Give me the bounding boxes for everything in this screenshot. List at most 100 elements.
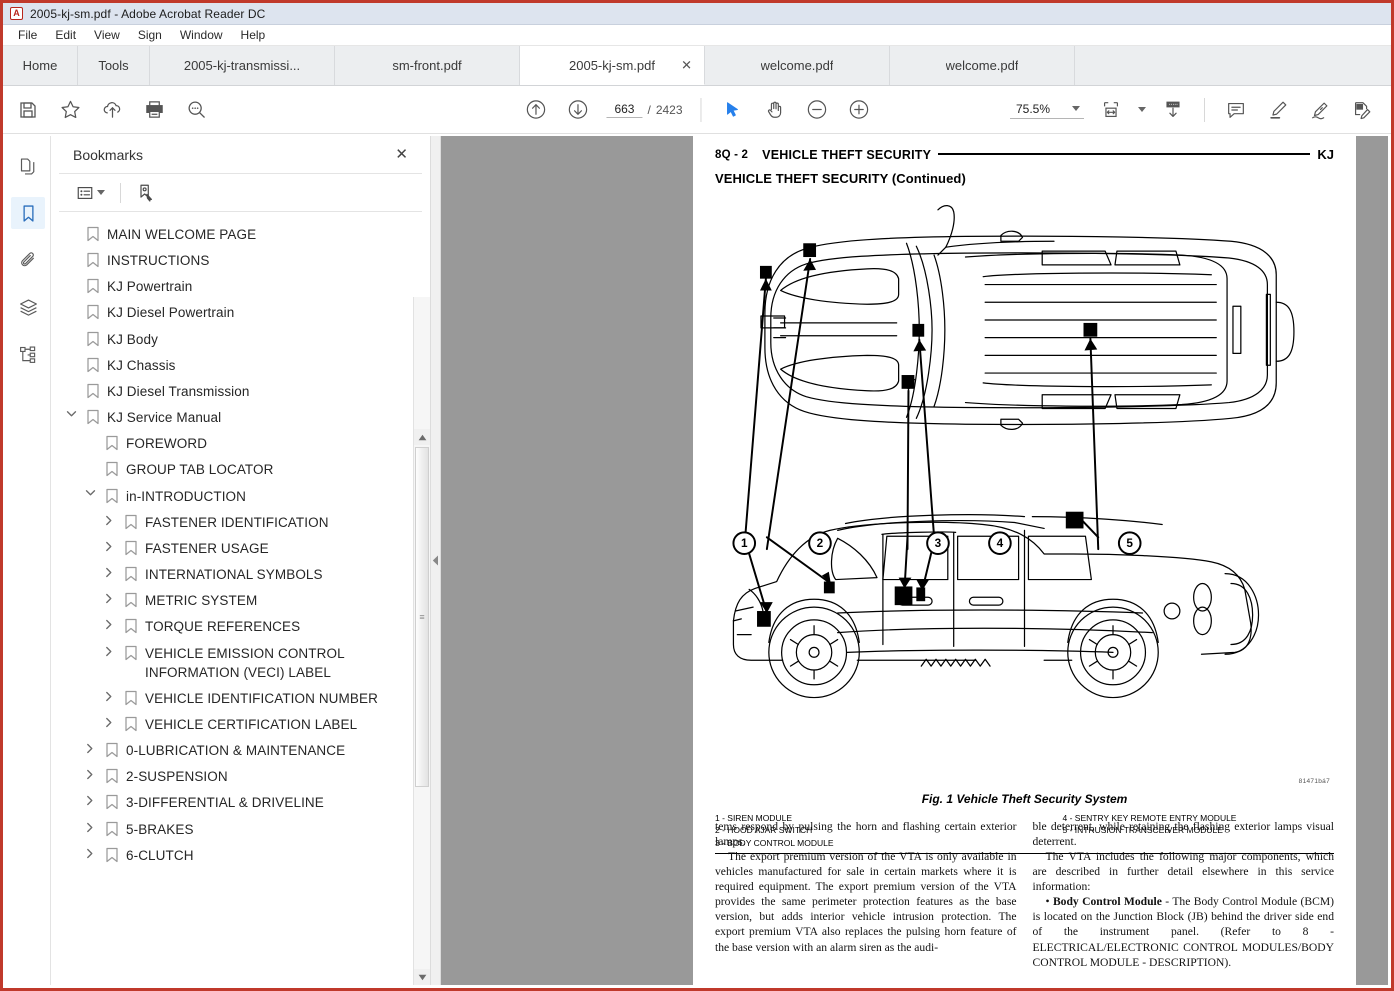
- bookmark-item-fastener-usage[interactable]: FASTENER USAGE: [51, 535, 430, 561]
- bookmarks-scrollbar[interactable]: ≡: [413, 297, 430, 985]
- bookmark-item-3-differential-driveline[interactable]: 3-DIFFERENTIAL & DRIVELINE: [51, 789, 430, 815]
- bookmark-item-group-tab-locator[interactable]: GROUP TAB LOCATOR: [51, 456, 430, 482]
- chevron-right-icon[interactable]: [101, 643, 117, 657]
- bookmarks-list[interactable]: MAIN WELCOME PAGE INSTRUCTIONS KJ Powertra…: [51, 212, 430, 985]
- scroll-up-arrow-icon[interactable]: [414, 429, 430, 445]
- document-viewport[interactable]: 8Q - 2 VEHICLE THEFT SECURITY KJ VEHICLE…: [441, 136, 1388, 985]
- page-number-input[interactable]: 663: [606, 101, 643, 118]
- scrollbar-thumb[interactable]: ≡: [415, 447, 429, 787]
- bookmark-arrow-placeholder: [63, 224, 79, 227]
- menu-help[interactable]: Help: [232, 26, 275, 44]
- bookmark-flag-icon: [103, 819, 121, 837]
- tab-close-icon[interactable]: ✕: [681, 59, 692, 72]
- cursor-arrow-icon[interactable]: [718, 95, 748, 125]
- bookmark-item-international-symbols[interactable]: INTERNATIONAL SYMBOLS: [51, 561, 430, 587]
- menu-view[interactable]: View: [85, 26, 129, 44]
- tab-welcome-1[interactable]: welcome.pdf: [705, 46, 890, 85]
- bookmark-item-0-lubrication-maintenance[interactable]: 0-LUBRICATION & MAINTENANCE: [51, 737, 430, 763]
- scroll-down-arrow-icon[interactable]: [414, 969, 430, 985]
- comment-icon[interactable]: [1221, 95, 1251, 125]
- bookmark-item-kj-diesel-powertrain[interactable]: KJ Diesel Powertrain: [51, 299, 430, 325]
- chevron-right-icon[interactable]: [82, 740, 98, 754]
- upload-cloud-icon[interactable]: [97, 95, 127, 125]
- bookmark-item-label: FOREWORD: [126, 436, 208, 452]
- bookmark-flag-icon: [84, 381, 102, 399]
- bookmark-item-vehicle-certification-label[interactable]: VEHICLE CERTIFICATION LABEL: [51, 711, 430, 737]
- bookmark-item-kj-chassis[interactable]: KJ Chassis: [51, 352, 430, 378]
- bookmark-item-6-clutch[interactable]: 6-CLUTCH: [51, 842, 430, 868]
- bookmark-item-foreword[interactable]: FOREWORD: [51, 430, 430, 456]
- tab-welcome-2[interactable]: welcome.pdf: [890, 46, 1075, 85]
- bookmark-item-instructions[interactable]: INSTRUCTIONS: [51, 247, 430, 273]
- bookmark-item-kj-body[interactable]: KJ Body: [51, 326, 430, 352]
- bookmark-item-2-suspension[interactable]: 2-SUSPENSION: [51, 763, 430, 789]
- chevron-right-icon[interactable]: [101, 714, 117, 728]
- bookmark-flag-icon: [103, 792, 121, 810]
- pages-icon[interactable]: [11, 150, 45, 182]
- chevron-right-icon[interactable]: [101, 590, 117, 604]
- chevron-right-icon[interactable]: [101, 512, 117, 526]
- fit-width-caret-icon[interactable]: [1138, 107, 1146, 112]
- plus-circle-icon[interactable]: [844, 95, 874, 125]
- print-icon[interactable]: [139, 95, 169, 125]
- tab-sm-front[interactable]: sm-front.pdf: [335, 46, 520, 85]
- chevron-right-icon[interactable]: [82, 766, 98, 780]
- arrow-up-circle-icon[interactable]: [520, 95, 550, 125]
- page-total-label: 2423: [655, 102, 683, 117]
- chevron-right-icon[interactable]: [101, 688, 117, 702]
- layers-icon[interactable]: [11, 291, 45, 323]
- arrow-down-circle-icon[interactable]: [562, 95, 592, 125]
- zoom-level-select[interactable]: 75.5%: [1010, 101, 1084, 119]
- minus-circle-icon[interactable]: [802, 95, 832, 125]
- bookmarks-scroll-area[interactable]: MAIN WELCOME PAGE INSTRUCTIONS KJ Powertra…: [51, 212, 430, 985]
- bookmark-icon[interactable]: [11, 197, 45, 229]
- paperclip-icon[interactable]: [11, 244, 45, 276]
- tags-tree-icon[interactable]: [11, 338, 45, 370]
- menu-window[interactable]: Window: [171, 26, 232, 44]
- bookmark-item-in-introduction[interactable]: in-INTRODUCTION: [51, 483, 430, 509]
- highlighter-icon[interactable]: [1263, 95, 1293, 125]
- tab-home[interactable]: Home: [3, 46, 78, 85]
- page-display-icon[interactable]: [1158, 95, 1188, 125]
- chevron-right-icon[interactable]: [82, 845, 98, 859]
- bookmark-item-kj-service-manual[interactable]: KJ Service Manual: [51, 404, 430, 430]
- bookmark-flag-icon: [103, 845, 121, 863]
- chevron-down-icon[interactable]: [82, 486, 98, 497]
- panel-collapse-handle[interactable]: [431, 136, 441, 985]
- bookmark-item-metric-system[interactable]: METRIC SYSTEM: [51, 587, 430, 613]
- bookmark-item-5-brakes[interactable]: 5-BRAKES: [51, 816, 430, 842]
- bookmark-item-vehicle-identification-number[interactable]: VEHICLE IDENTIFICATION NUMBER: [51, 685, 430, 711]
- chevron-right-icon[interactable]: [101, 564, 117, 578]
- chevron-right-icon[interactable]: [82, 792, 98, 806]
- new-bookmark-icon[interactable]: [133, 180, 159, 206]
- menu-edit[interactable]: Edit: [46, 26, 85, 44]
- chevron-right-icon[interactable]: [82, 819, 98, 833]
- sign-icon[interactable]: [1305, 95, 1335, 125]
- tab-2005-kj-transmission[interactable]: 2005-kj-transmissi...: [150, 46, 335, 85]
- star-icon[interactable]: [55, 95, 85, 125]
- bookmark-item-kj-powertrain[interactable]: KJ Powertrain: [51, 273, 430, 299]
- bookmark-item-torque-references[interactable]: TORQUE REFERENCES: [51, 613, 430, 639]
- fill-and-sign-icon[interactable]: [1347, 95, 1377, 125]
- callout-3: 3: [935, 536, 942, 550]
- fit-width-icon[interactable]: [1096, 95, 1126, 125]
- tab-tools[interactable]: Tools: [78, 46, 150, 85]
- bookmark-item-kj-diesel-transmission[interactable]: KJ Diesel Transmission: [51, 378, 430, 404]
- close-icon[interactable]: ✕: [395, 147, 408, 162]
- list-options-icon[interactable]: [73, 181, 108, 205]
- chevron-down-icon[interactable]: [63, 407, 79, 418]
- bookmark-item-main-welcome-page[interactable]: MAIN WELCOME PAGE: [51, 221, 430, 247]
- chevron-right-icon[interactable]: [101, 538, 117, 552]
- zoom-search-icon[interactable]: [181, 95, 211, 125]
- bookmark-flag-icon: [84, 407, 102, 425]
- hand-icon[interactable]: [760, 95, 790, 125]
- bookmark-item-label: INTERNATIONAL SYMBOLS: [145, 567, 323, 583]
- tab-2005-kj-sm-active[interactable]: 2005-kj-sm.pdf ✕: [520, 46, 705, 85]
- menu-sign[interactable]: Sign: [129, 26, 171, 44]
- bookmark-item-vehicle-emission-control-information-veci-la[interactable]: VEHICLE EMISSION CONTROL INFORMATION (VE…: [51, 640, 430, 685]
- chevron-right-icon[interactable]: [101, 616, 117, 630]
- bookmark-item-fastener-identification[interactable]: FASTENER IDENTIFICATION: [51, 509, 430, 535]
- chevron-down-icon[interactable]: [97, 190, 105, 195]
- save-icon[interactable]: [13, 95, 43, 125]
- menu-file[interactable]: File: [9, 26, 46, 44]
